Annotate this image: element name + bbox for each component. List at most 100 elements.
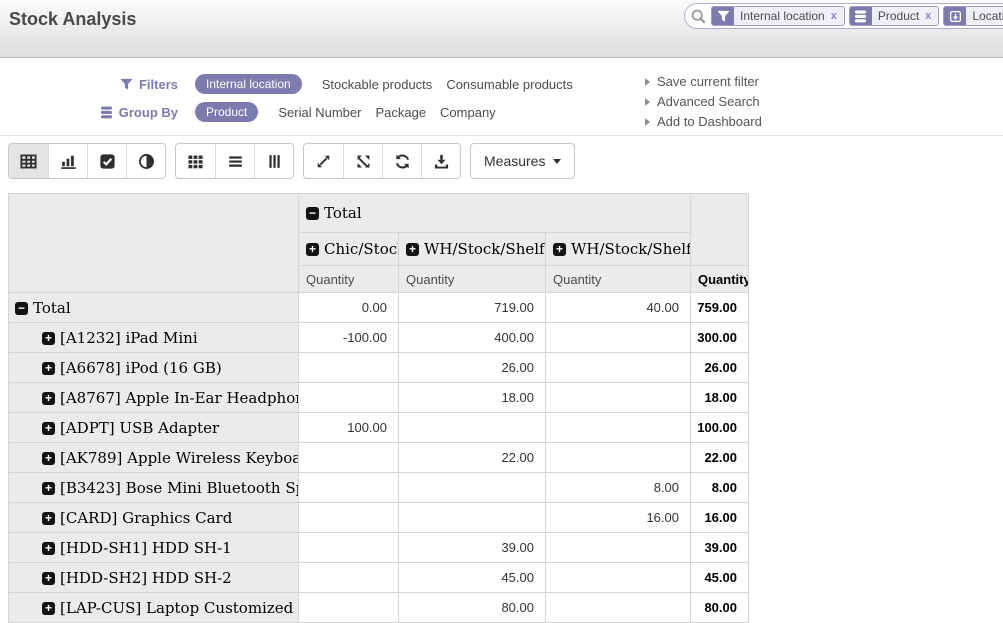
pivot-cell[interactable] <box>399 473 546 503</box>
search-options-drawer: Filters Internal locationStockable produ… <box>0 58 1003 136</box>
measure-header-total[interactable]: Quantity <box>691 266 749 293</box>
pivot-row-total[interactable]: 22.00 <box>691 443 749 473</box>
view-grid-button[interactable] <box>176 144 215 178</box>
pivot-cell[interactable]: -100.00 <box>299 323 399 353</box>
pivot-cell[interactable]: 100.00 <box>299 413 399 443</box>
pivot-cell[interactable]: 719.00 <box>399 293 546 323</box>
facet-remove-icon[interactable]: x <box>831 10 837 22</box>
row-header-b3423-bose-mini-bluetooth-speaker[interactable]: [B3423] Bose Mini Bluetooth Speaker <box>9 473 299 503</box>
pivot-cell[interactable]: 80.00 <box>399 593 546 623</box>
search-facet-location[interactable]: Locationx <box>943 6 1003 26</box>
measure-header-shelf-2[interactable]: Quantity <box>546 266 691 293</box>
pivot-cell[interactable] <box>546 443 691 473</box>
search-facet-product[interactable]: Productx <box>849 6 939 26</box>
col-header-total[interactable]: Total <box>299 194 691 233</box>
view-arrows-button[interactable] <box>343 144 382 178</box>
group-icon <box>854 10 867 23</box>
measures-button[interactable]: Measures <box>470 143 575 179</box>
pivot-cell[interactable]: 400.00 <box>399 323 546 353</box>
row-header-hdd-sh1-hdd-sh-1[interactable]: [HDD-SH1] HDD SH-1 <box>9 533 299 563</box>
pivot-cell[interactable] <box>546 383 691 413</box>
pivot-row-total[interactable]: 16.00 <box>691 503 749 533</box>
pivot-row-total[interactable]: 39.00 <box>691 533 749 563</box>
view-bar-chart-button[interactable] <box>48 144 87 178</box>
pivot-cell[interactable] <box>299 593 399 623</box>
pivot-cell[interactable] <box>546 533 691 563</box>
search-facet-internal-location[interactable]: Internal location x <box>711 6 845 26</box>
measure-header-shelf-1[interactable]: Quantity <box>399 266 546 293</box>
pivot-cell[interactable]: 26.00 <box>399 353 546 383</box>
pivot-cell[interactable] <box>399 503 546 533</box>
row-header-card-graphics-card[interactable]: [CARD] Graphics Card <box>9 503 299 533</box>
pivot-cell[interactable] <box>546 353 691 383</box>
view-adjust-button[interactable] <box>126 144 165 178</box>
plus-square-icon <box>306 243 319 256</box>
col-header-wh-stock-shelf-2[interactable]: WH/Stock/Shelf 2 <box>546 233 691 266</box>
pivot-row-total[interactable]: 45.00 <box>691 563 749 593</box>
filter-option-stockable-products[interactable]: Stockable products <box>322 77 433 92</box>
pivot-cell[interactable] <box>546 563 691 593</box>
pivot-cell[interactable]: 8.00 <box>546 473 691 503</box>
row-header-hdd-sh2-hdd-sh-2[interactable]: [HDD-SH2] HDD SH-2 <box>9 563 299 593</box>
caret-down-icon <box>553 159 561 164</box>
pivot-cell[interactable]: 0.00 <box>299 293 399 323</box>
view-columns-button[interactable] <box>254 144 293 178</box>
pivot-row: [CARD] Graphics Card 16.0016.00 <box>9 503 749 533</box>
groupby-option-product[interactable]: Product <box>195 102 258 122</box>
filter-option-internal-location[interactable]: Internal location <box>195 74 302 94</box>
filter-option-consumable-products[interactable]: Consumable products <box>446 77 572 92</box>
col-header-wh-stock-shelf-1[interactable]: WH/Stock/Shelf 1 <box>399 233 546 266</box>
groupby-option-serial-number[interactable]: Serial Number <box>278 105 361 120</box>
pivot-cell[interactable] <box>299 563 399 593</box>
pivot-cell[interactable]: 16.00 <box>546 503 691 533</box>
col-header-chic-stock[interactable]: Chic/Stock <box>299 233 399 266</box>
view-check-square-button[interactable] <box>87 144 126 178</box>
plus-square-icon <box>42 512 55 525</box>
view-refresh-button[interactable] <box>382 144 421 178</box>
pivot-cell[interactable] <box>299 443 399 473</box>
pivot-cell[interactable]: 45.00 <box>399 563 546 593</box>
pivot-row-total[interactable]: 8.00 <box>691 473 749 503</box>
pivot-row-total[interactable]: 18.00 <box>691 383 749 413</box>
pivot-cell[interactable] <box>299 473 399 503</box>
pivot-cell[interactable]: 22.00 <box>399 443 546 473</box>
pivot-row-total[interactable]: 300.00 <box>691 323 749 353</box>
row-header-adpt-usb-adapter[interactable]: [ADPT] USB Adapter <box>9 413 299 443</box>
pivot-cell[interactable]: 39.00 <box>399 533 546 563</box>
pivot-cell[interactable]: 40.00 <box>546 293 691 323</box>
pivot-row-total[interactable]: 759.00 <box>691 293 749 323</box>
view-rows-button[interactable] <box>215 144 254 178</box>
pivot-row-total[interactable]: 100.00 <box>691 413 749 443</box>
pivot-cell[interactable] <box>546 323 691 353</box>
plus-square-icon <box>42 392 55 405</box>
pivot-cell[interactable] <box>299 383 399 413</box>
facet-remove-icon[interactable]: x <box>925 10 931 22</box>
pivot-cell[interactable] <box>299 533 399 563</box>
pivot-row-total[interactable]: 26.00 <box>691 353 749 383</box>
row-header-ak789-apple-wireless-keyboard[interactable]: [AK789] Apple Wireless Keyboard <box>9 443 299 473</box>
pivot-row-total[interactable]: 80.00 <box>691 593 749 623</box>
row-header-total[interactable]: Total <box>9 293 299 323</box>
view-table-button[interactable] <box>9 144 48 178</box>
row-header-a8767-apple-in-ear-headphones[interactable]: [A8767] Apple In-Ear Headphones <box>9 383 299 413</box>
groupby-option-company[interactable]: Company <box>440 105 496 120</box>
action-advanced-search[interactable]: Advanced Search <box>645 92 762 112</box>
groupby-option-package[interactable]: Package <box>375 105 426 120</box>
pivot-cell[interactable] <box>546 593 691 623</box>
action-save-current-filter[interactable]: Save current filter <box>645 72 762 92</box>
pivot-cell[interactable] <box>299 503 399 533</box>
search-bar[interactable]: Internal locationxProductxLocationx <box>684 3 1003 29</box>
row-header-a6678-ipod-16-gb[interactable]: [A6678] iPod (16 GB) <box>9 353 299 383</box>
action-add-to-dashboard[interactable]: Add to Dashboard <box>645 112 762 132</box>
row-header-a1232-ipad-mini[interactable]: [A1232] iPad Mini <box>9 323 299 353</box>
facet-label: Internal location <box>740 9 825 23</box>
measure-header-chic-stock[interactable]: Quantity <box>299 266 399 293</box>
pivot-cell[interactable]: 18.00 <box>399 383 546 413</box>
view-download-button[interactable] <box>421 144 460 178</box>
pivot-cell[interactable] <box>546 413 691 443</box>
pivot-cell[interactable] <box>299 353 399 383</box>
view-expand-button[interactable] <box>304 144 343 178</box>
pivot-row: [A6678] iPod (16 GB) 26.00 26.00 <box>9 353 749 383</box>
pivot-cell[interactable] <box>399 413 546 443</box>
row-header-lap-cus-laptop-customized[interactable]: [LAP-CUS] Laptop Customized <box>9 593 299 623</box>
